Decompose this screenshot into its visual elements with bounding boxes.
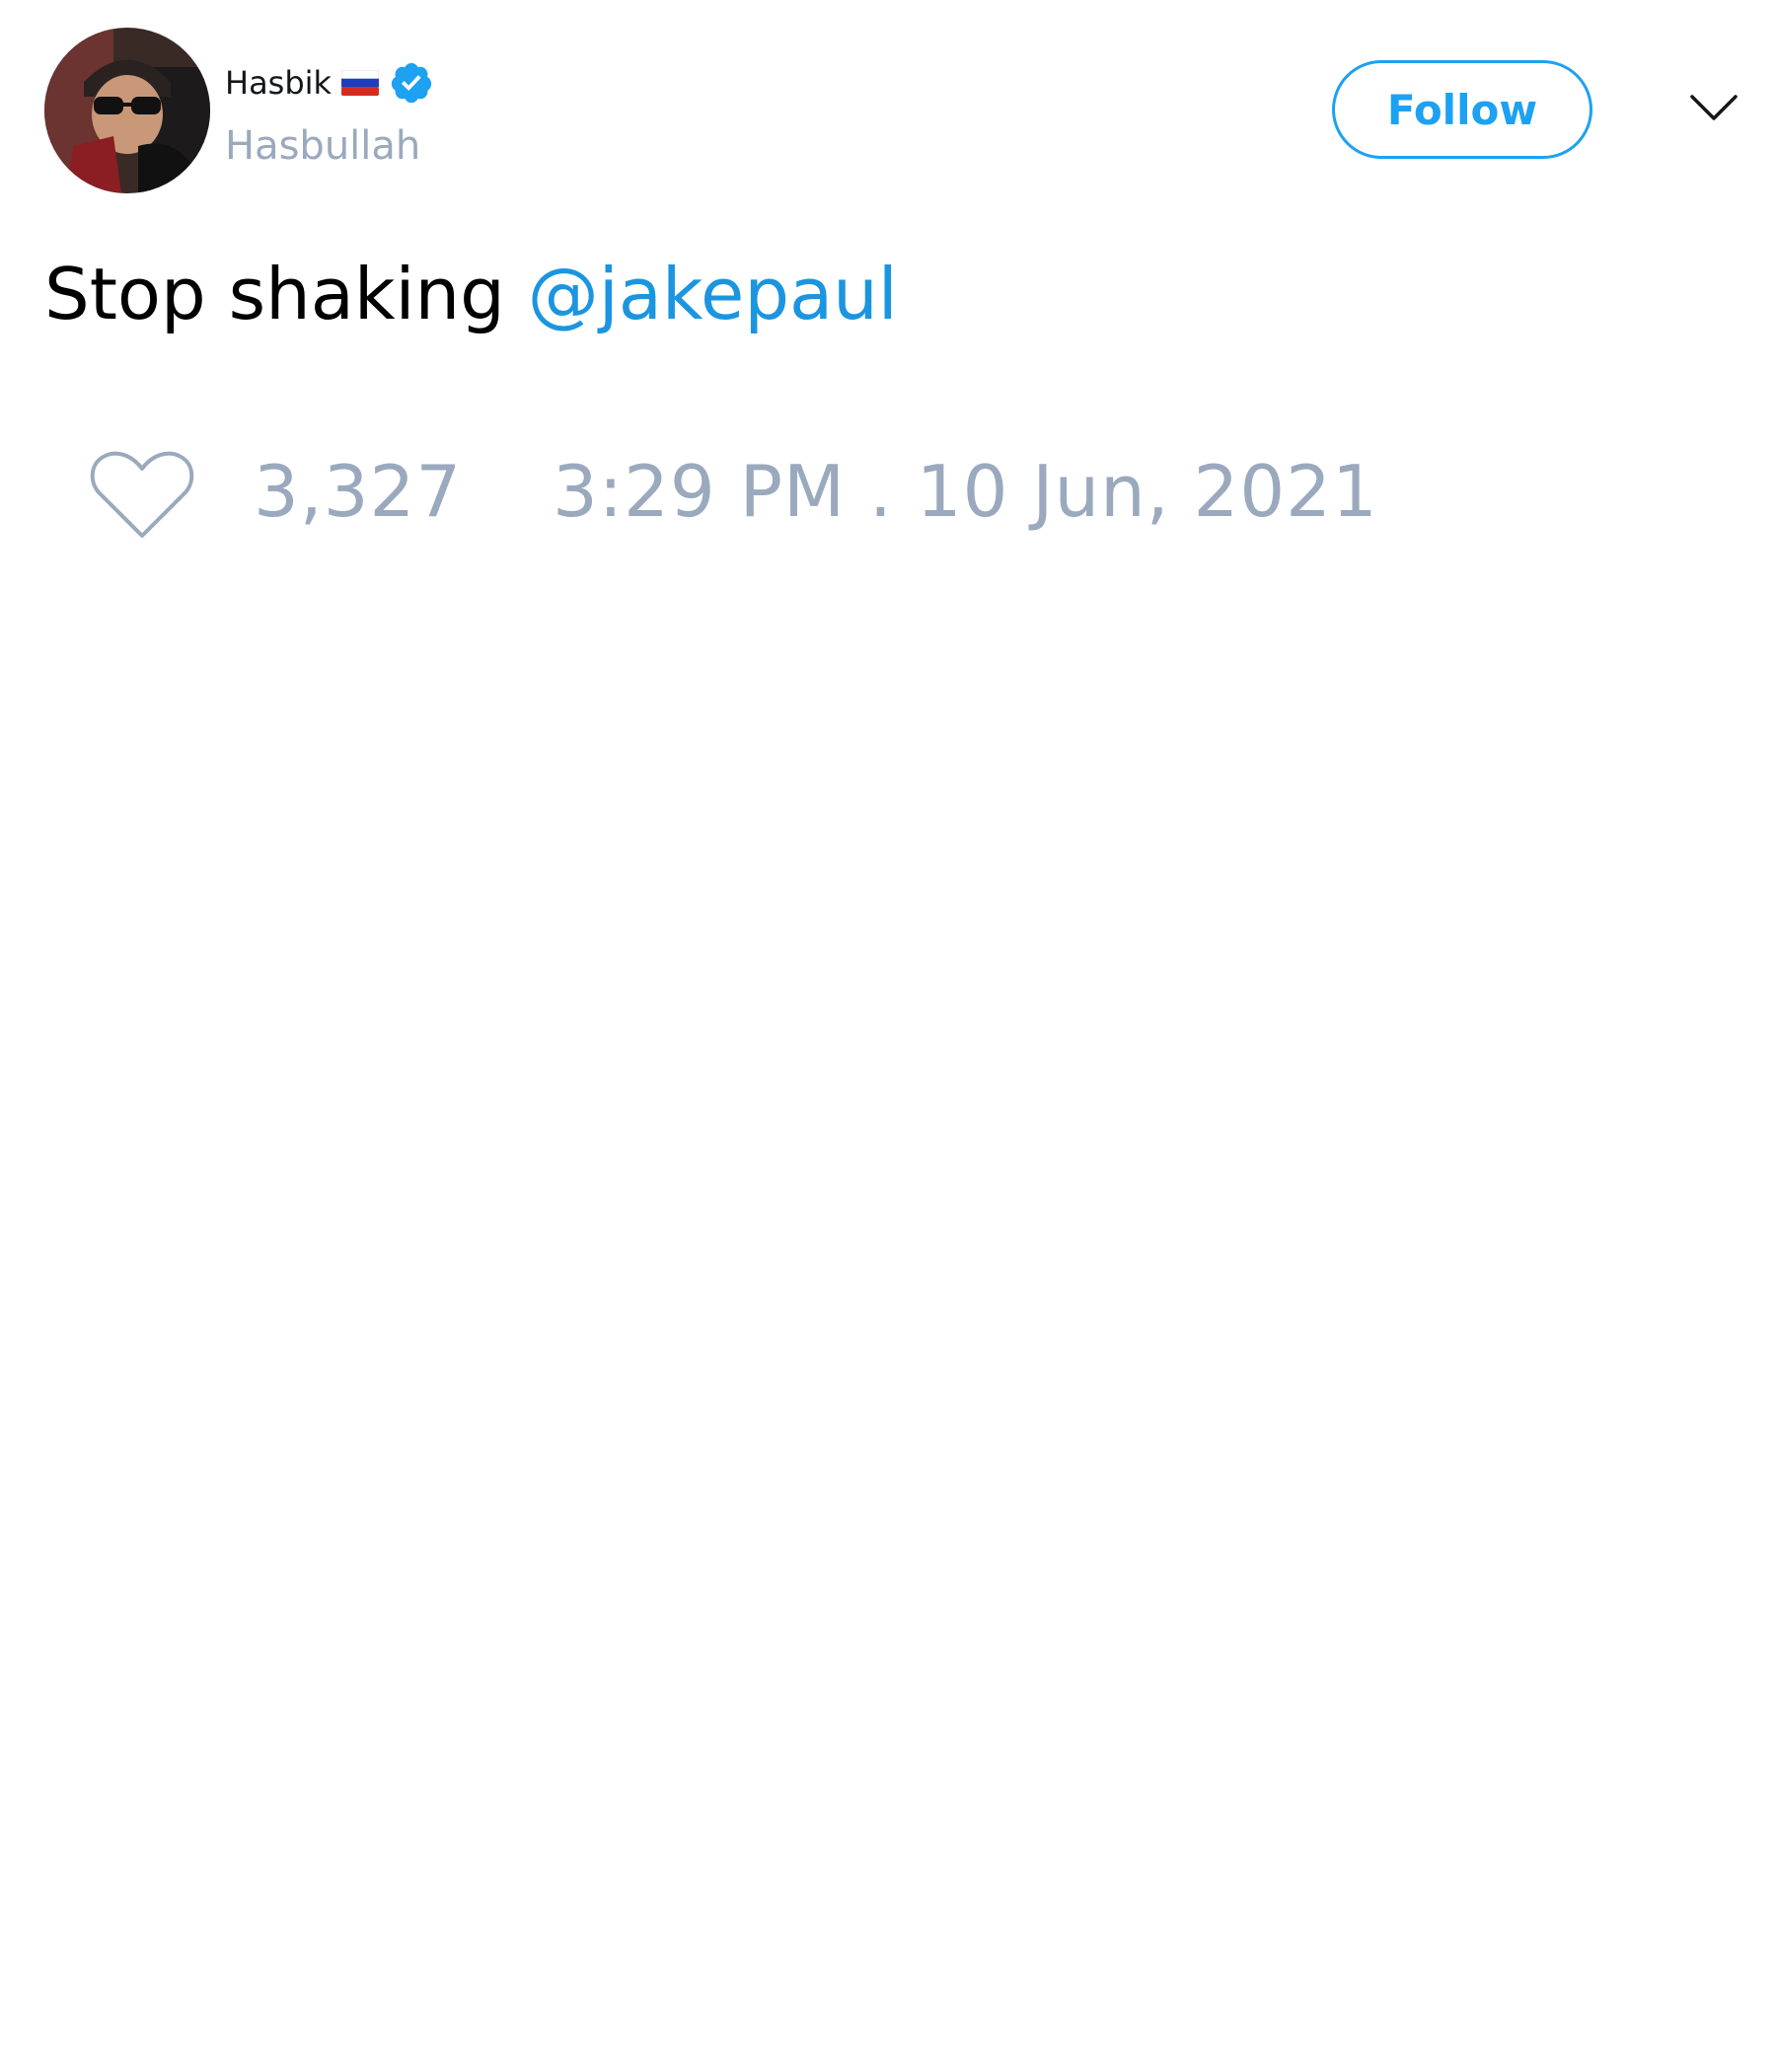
author-handle[interactable]: Hasbullah (225, 126, 420, 166)
verified-badge-icon (391, 62, 432, 104)
russia-flag-icon (341, 70, 380, 96)
avatar[interactable] (44, 28, 210, 193)
author-name-row: Hasbik (225, 61, 434, 105)
chevron-down-icon[interactable] (1689, 89, 1739, 124)
mention-link[interactable]: @jakepaul (528, 253, 898, 335)
display-name[interactable]: Hasbik (225, 67, 332, 99)
tweet-timestamp[interactable]: 3:29 PM . 10 Jun, 2021 (553, 456, 1378, 527)
tweet-text: Stop shaking @jakepaul (44, 252, 898, 336)
follow-button[interactable]: Follow (1332, 60, 1592, 159)
tweet-body: Stop shaking (44, 253, 528, 335)
heart-icon[interactable] (89, 449, 195, 542)
like-count: 3,327 (254, 450, 463, 533)
